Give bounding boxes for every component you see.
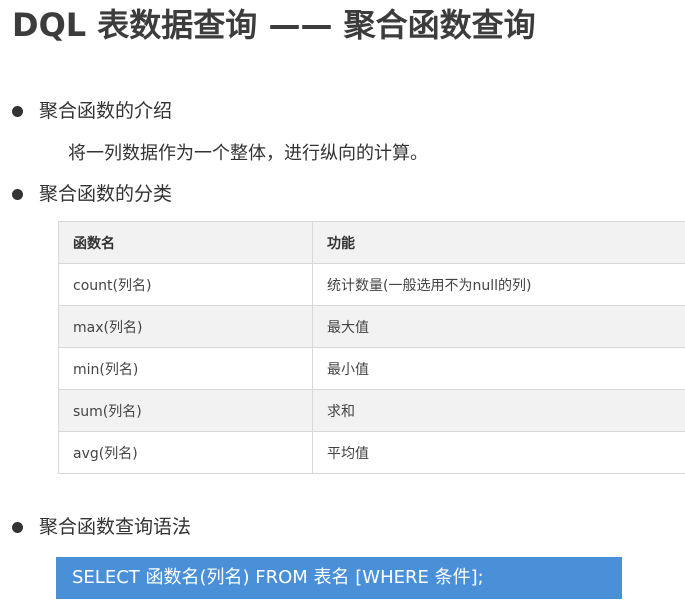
table-cell-function: avg(列名) xyxy=(58,431,313,474)
table-cell-function: min(列名) xyxy=(58,347,313,390)
table-row: max(列名) 最大值 xyxy=(58,305,685,348)
table-cell-description: 统计数量(一般选用不为null的列) xyxy=(312,263,685,306)
function-table: 函数名 功能 count(列名) 统计数量(一般选用不为null的列) max(… xyxy=(58,221,685,474)
slide-title: DQL 表数据查询 —— 聚合函数查询 xyxy=(12,6,536,44)
table-cell-description: 最小值 xyxy=(312,347,685,390)
table-row: avg(列名) 平均值 xyxy=(58,431,685,474)
table-header-cell: 功能 xyxy=(312,221,685,264)
table-cell-function: max(列名) xyxy=(58,305,313,348)
bullet-intro: 聚合函数的介绍 xyxy=(12,97,172,125)
sql-syntax-box: SELECT 函数名(列名) FROM 表名 [WHERE 条件]; xyxy=(56,557,622,599)
bullet-dot-icon xyxy=(12,188,23,200)
table-row: min(列名) 最小值 xyxy=(58,347,685,390)
table-header-cell: 函数名 xyxy=(58,221,313,264)
bullet-dot-icon xyxy=(12,105,23,117)
table-cell-function: count(列名) xyxy=(58,263,313,306)
bullet-intro-label: 聚合函数的介绍 xyxy=(39,100,173,122)
bullet-categories: 聚合函数的分类 xyxy=(12,180,172,208)
table-row: count(列名) 统计数量(一般选用不为null的列) xyxy=(58,263,685,306)
bullet-syntax: 聚合函数查询语法 xyxy=(12,513,191,541)
table-cell-function: sum(列名) xyxy=(58,389,313,432)
bullet-dot-icon xyxy=(12,521,23,533)
table-cell-description: 最大值 xyxy=(312,305,685,348)
table-header-row: 函数名 功能 xyxy=(58,221,685,264)
bullet-syntax-label: 聚合函数查询语法 xyxy=(39,516,192,538)
table-cell-description: 求和 xyxy=(312,389,685,432)
bullet-categories-label: 聚合函数的分类 xyxy=(39,183,173,205)
intro-description: 将一列数据作为一个整体，进行纵向的计算。 xyxy=(68,143,428,164)
table-row: sum(列名) 求和 xyxy=(58,389,685,432)
table-cell-description: 平均值 xyxy=(312,431,685,474)
